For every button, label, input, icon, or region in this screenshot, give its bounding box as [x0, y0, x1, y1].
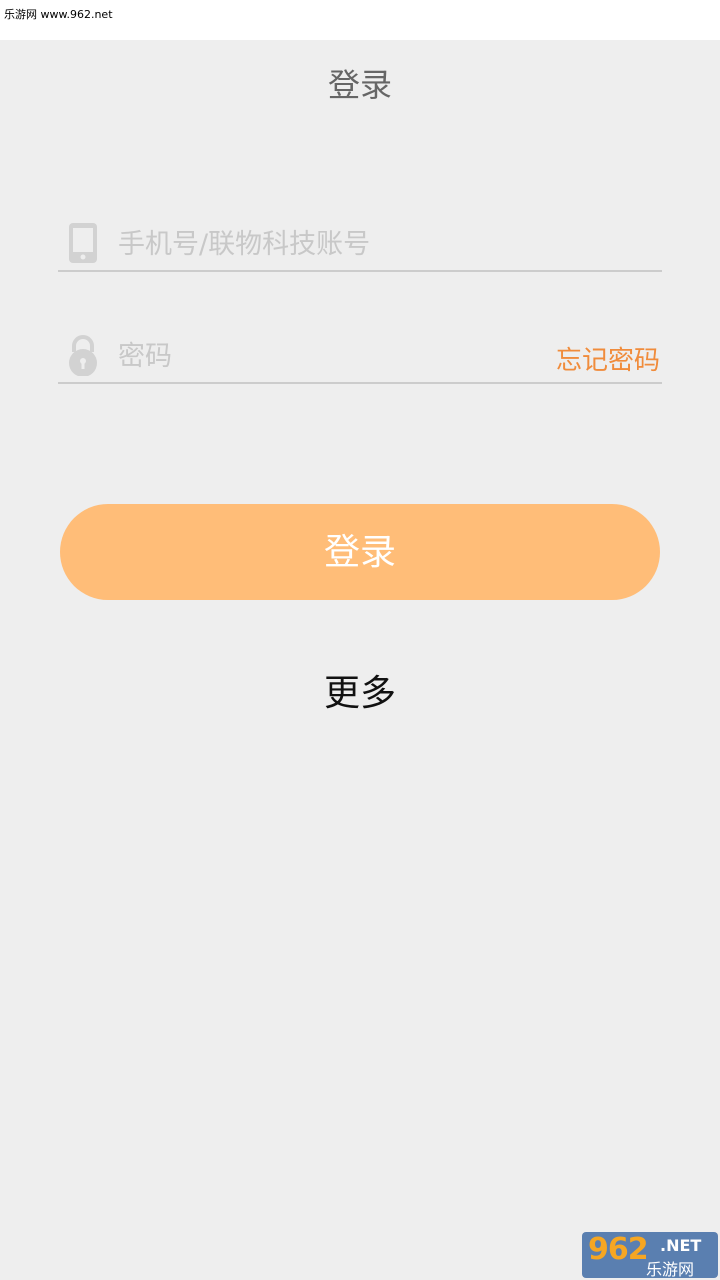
watermark-text: 乐游网 www.962.net	[4, 8, 113, 21]
top-bar: 乐游网 www.962.net	[0, 0, 720, 40]
logo-cn-text: 乐游网	[646, 1260, 695, 1279]
logo-number: 962	[588, 1232, 649, 1267]
password-input[interactable]	[118, 336, 538, 376]
phone-input[interactable]	[118, 224, 538, 264]
phone-icon	[69, 223, 97, 263]
lock-icon	[69, 335, 97, 376]
phone-field	[58, 218, 662, 272]
page-title: 登录	[327, 66, 392, 104]
password-field: 忘记密码	[58, 330, 662, 384]
more-link[interactable]: 更多	[0, 664, 720, 716]
watermark-logo: 962 .NET 乐游网	[582, 1232, 718, 1279]
logo-suffix: .NET	[660, 1236, 702, 1255]
forgot-password-link[interactable]: 忘记密码	[556, 340, 660, 377]
login-button[interactable]: 登录	[60, 504, 660, 600]
